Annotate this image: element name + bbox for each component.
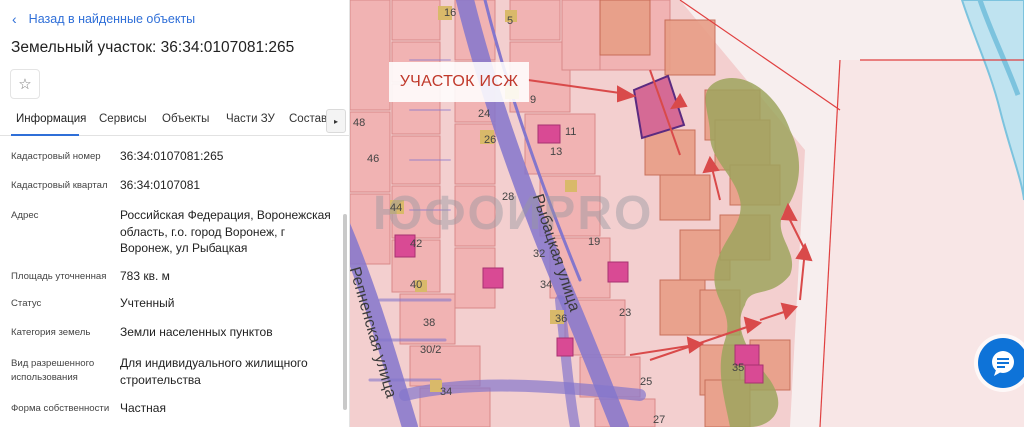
house-number: 32 [533,248,546,260]
house-number: 26 [484,134,497,146]
tab-services[interactable]: Сервисы [99,113,147,125]
house-number: 30/2 [420,344,442,356]
field-label: Статус [11,298,42,309]
house-number: 11 [565,126,577,138]
house-number: 27 [653,414,666,426]
cadastral-map[interactable]: УЧАСТОК ИСЖ ЮФОИPRO Рыбацкая улица Репне… [350,0,1024,427]
favorite-button[interactable]: ☆ [10,69,40,99]
house-number: 25 [640,376,653,388]
tab-land-parts[interactable]: Части ЗУ [226,113,275,125]
field-value: Земли населенных пунктов [120,325,273,339]
active-tab-indicator [11,134,79,136]
house-number: 23 [619,307,632,319]
field-value: Российская Федерация, Воронежская област… [120,208,331,255]
triangle-right-icon: ▸ [333,116,338,126]
field-value: 36:34:0107081 [120,178,201,192]
tab-objects[interactable]: Объекты [162,113,209,125]
field-label: Форма собственности [11,403,110,414]
field-label: Кадастровый квартал [11,180,108,191]
chevron-left-icon: ‹ [12,11,17,27]
chat-button[interactable] [978,338,1024,388]
field-label: Категория земель [11,327,91,338]
field-label: Кадастровый номер [11,151,101,162]
field-label: Площадь уточненная [11,271,107,282]
house-number: 42 [410,238,423,250]
tab-bar: Информация Сервисы Объекты Части ЗУ Сост… [0,108,349,136]
house-number: 48 [353,117,366,129]
plot-callout-label: УЧАСТОК ИСЖ [389,62,529,102]
house-number: 5 [507,15,514,27]
field-label: Адрес [11,210,39,221]
field-label: Вид разрешенного использования [11,358,95,383]
tabs-next-button[interactable]: ▸ [326,109,346,133]
house-number: 16 [444,7,457,19]
house-number: 28 [502,191,515,203]
house-number: 36 [555,313,568,325]
back-link[interactable]: ‹ Назад в найденные объекты [12,10,195,28]
house-number: 24 [478,108,491,120]
field-value: Учтенный [120,296,175,310]
house-number: 38 [423,317,436,329]
scrollbar-thumb[interactable] [343,214,347,410]
field-value: Частная [120,401,166,415]
page-title: Земельный участок: 36:34:0107081:265 [11,39,295,56]
house-number: 34 [540,279,553,291]
house-number: 19 [588,236,601,248]
field-value: Для индивидуального жилищного строительс… [120,356,308,387]
house-number: 44 [390,202,403,214]
tab-information[interactable]: Информация [16,113,86,125]
house-number: 34 [440,386,453,398]
house-number: 35 [732,362,745,374]
chat-bubble-icon [992,351,1014,376]
house-number: 46 [367,153,380,165]
house-number: 13 [550,146,563,158]
house-number: 9 [530,94,537,106]
star-icon: ☆ [18,76,32,93]
back-link-label: Назад в найденные объекты [28,12,196,26]
info-panel: ‹ Назад в найденные объекты Земельный уч… [0,0,350,427]
field-value: 36:34:0107081:265 [120,149,224,163]
tab-composition[interactable]: Состав [289,113,327,125]
field-value: 783 кв. м [120,269,170,283]
house-number: 40 [410,279,423,291]
